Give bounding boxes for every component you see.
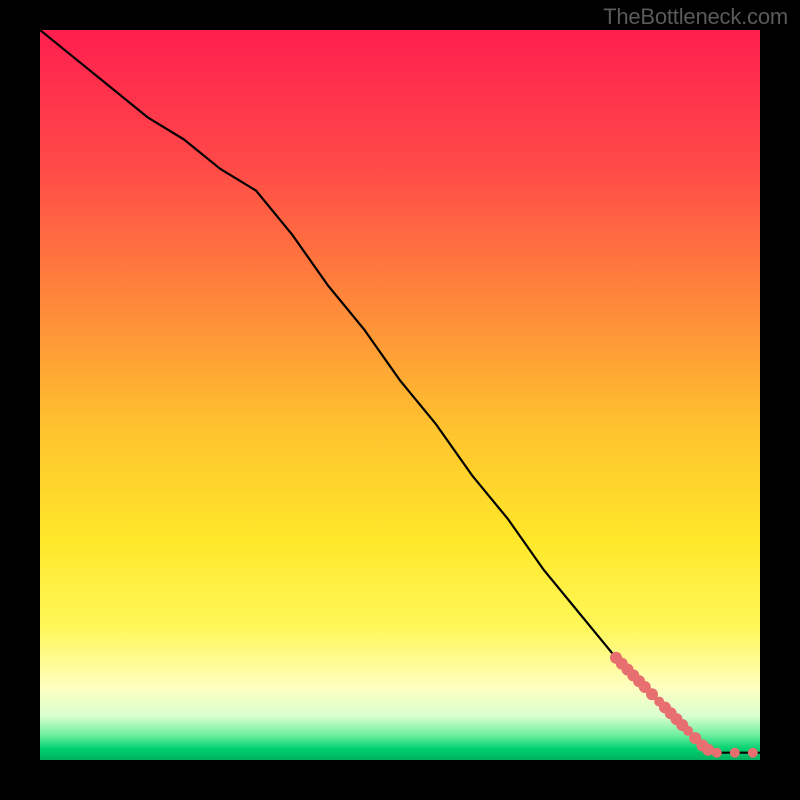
chart-svg <box>40 30 760 760</box>
highlight-dot <box>730 748 740 758</box>
highlight-dot <box>748 748 758 758</box>
plot-area <box>40 30 760 760</box>
highlight-dot <box>712 748 722 758</box>
attribution-text: TheBottleneck.com <box>603 4 788 30</box>
chart-stage: TheBottleneck.com <box>0 0 800 800</box>
gradient-background <box>40 30 760 760</box>
